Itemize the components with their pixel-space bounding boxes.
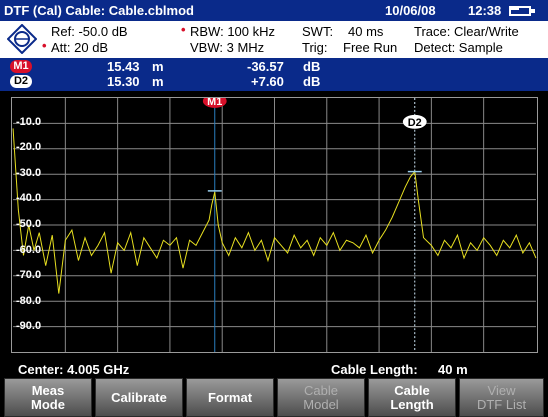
plot-grid [13, 98, 536, 352]
trig-value: Free Run [343, 40, 398, 55]
marker-m1-level-unit: dB [303, 59, 321, 74]
rohde-schwarz-logo [7, 24, 37, 54]
title-bar: DTF (Cal) Cable: Cable.cblmod 10/06/08 1… [0, 0, 548, 21]
window-title: DTF (Cal) Cable: Cable.cblmod [4, 3, 194, 18]
trace-mode: Trace: Clear/Write [414, 24, 519, 39]
cable-length-value: 40 m [438, 362, 468, 377]
attenuation: Att: 20 dB [51, 40, 109, 55]
marker-d2-level: +7.60 [251, 74, 284, 89]
marker-symbol-label: M1 [207, 97, 222, 108]
marker-d2-level-unit: dB [303, 74, 321, 89]
y-axis-tick-label: -50.0 [16, 218, 42, 230]
marker-m1-distance-unit: m [152, 59, 164, 74]
marker-badge-d2: D2 [10, 75, 32, 88]
y-axis-tick-label: -40.0 [16, 192, 42, 205]
att-modified-dot: • [42, 38, 47, 53]
y-axis-tick-label: -30.0 [16, 166, 42, 179]
y-axis-tick-label: -20.0 [16, 141, 42, 154]
marker-d2-distance-unit: m [152, 74, 164, 89]
ref-level: Ref: -50.0 dB [51, 24, 128, 39]
y-axis-tick-label: -10.0 [16, 115, 42, 128]
y-axis-tick-label: -90.0 [16, 320, 42, 333]
marker-m1-level: -36.57 [247, 59, 284, 74]
swt-value: 40 ms [348, 24, 384, 39]
dtf-trace-plot[interactable]: M1 D2 [11, 97, 538, 353]
y-axis-tick-label: -80.0 [16, 294, 42, 307]
softkey-meas-mode[interactable]: Meas Mode [4, 378, 92, 417]
vbw-setting: VBW: 3 MHz [190, 40, 265, 55]
info-bar: Center: 4.005 GHz Cable Length: 40 m [0, 359, 548, 378]
rbw-modified-dot: • [181, 22, 186, 37]
detector-mode: Detect: Sample [414, 40, 503, 55]
swt-label: SWT: [302, 24, 334, 39]
softkey-bar: Meas Mode Calibrate Format Cable Model C… [0, 378, 548, 417]
softkey-format[interactable]: Format [186, 378, 274, 417]
marker-symbol-m1: M1 [202, 97, 227, 108]
softkey-view-dtf-list[interactable]: View DTF List [459, 378, 544, 417]
time-display: 12:38 [468, 3, 502, 18]
cable-length-label: Cable Length: [331, 362, 418, 377]
date-display: 10/06/08 [385, 3, 436, 18]
softkey-calibrate[interactable]: Calibrate [95, 378, 183, 417]
softkey-cable-model[interactable]: Cable Model [277, 378, 365, 417]
marker-symbol-label: D2 [408, 117, 422, 129]
center-frequency: Center: 4.005 GHz [18, 362, 130, 377]
marker-symbols: M1 D2 [202, 97, 427, 192]
battery-icon [509, 6, 535, 16]
marker-d2-distance: 15.30 [107, 74, 140, 89]
softkey-cable-length[interactable]: Cable Length [368, 378, 456, 417]
trig-label: Trig: [302, 40, 328, 55]
marker-badge-m1: M1 [10, 60, 32, 73]
rbw-setting: RBW: 100 kHz [190, 24, 276, 39]
marker-symbol-d2: D2 [402, 114, 427, 129]
settings-panel: Ref: -50.0 dB • Att: 20 dB • RBW: 100 kH… [0, 21, 548, 58]
marker-m1-distance: 15.43 [107, 59, 140, 74]
y-axis-tick-label: -60.0 [16, 243, 42, 256]
marker-readout-bar: M1 15.43 m -36.57 dB D2 15.30 m +7.60 dB [0, 58, 548, 91]
y-axis-tick-label: -70.0 [16, 269, 42, 282]
